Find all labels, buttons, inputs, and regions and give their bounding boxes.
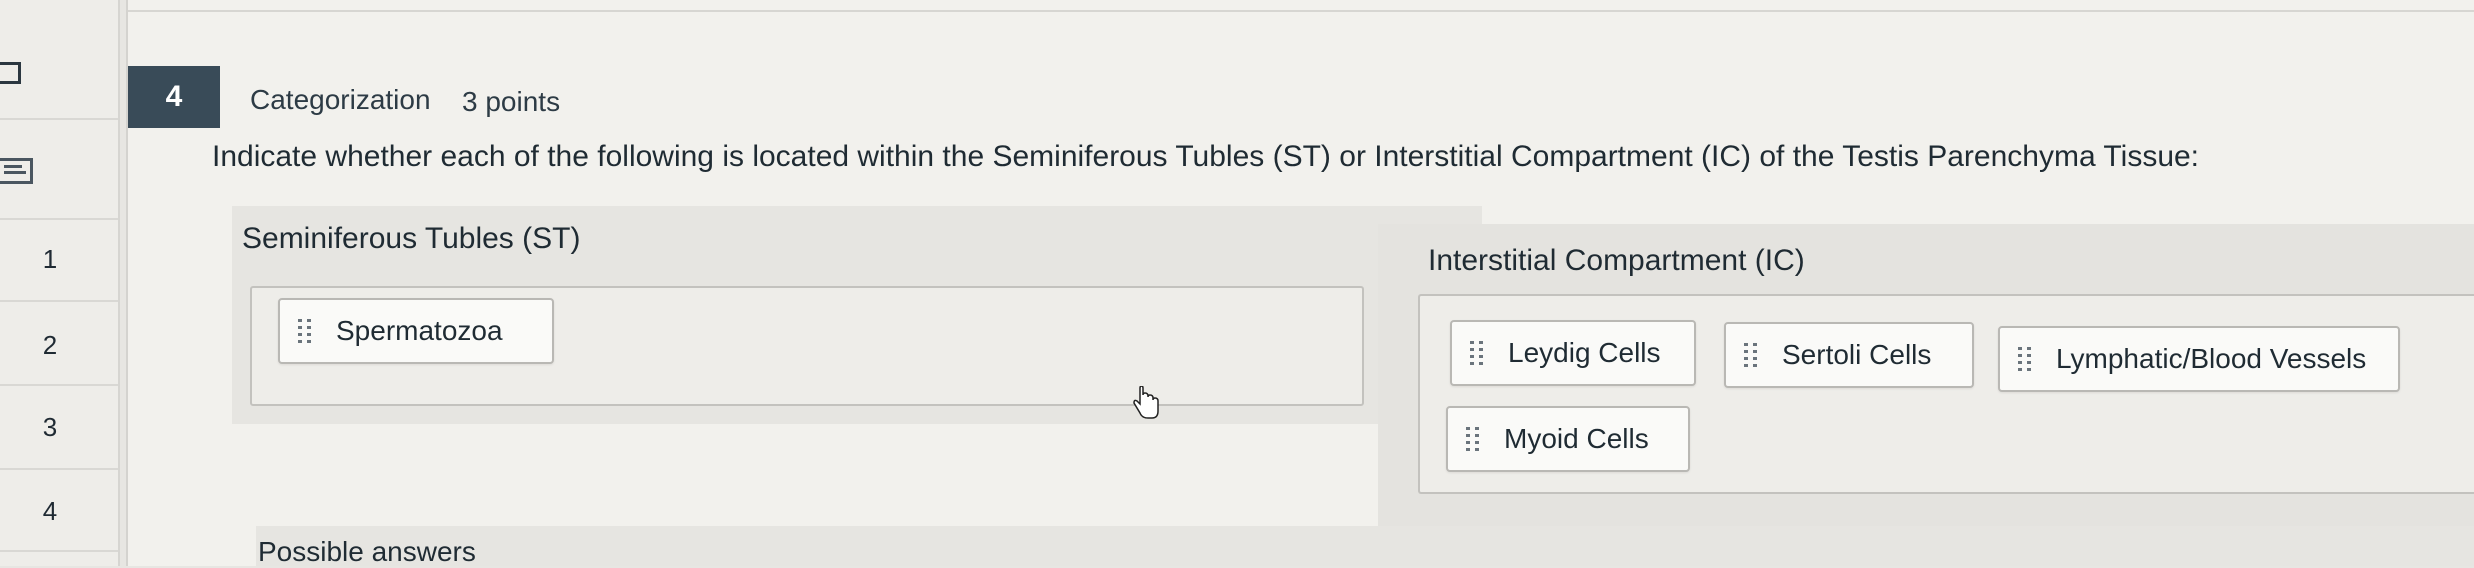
drag-handle-icon[interactable] (1466, 424, 1484, 454)
answer-chip-label: Leydig Cells (1508, 337, 1661, 368)
question-card: 4 Categorization 3 points Indicate wheth… (126, 0, 2474, 567)
divider (0, 384, 118, 386)
divider (0, 550, 118, 552)
possible-answers-label: Possible answers (258, 536, 476, 567)
divider (0, 468, 118, 470)
drag-handle-icon[interactable] (2018, 344, 2036, 374)
answer-chip-label: Spermatozoa (336, 315, 503, 346)
divider (0, 218, 118, 220)
question-points: 3 points (462, 86, 561, 117)
nav-item-1[interactable]: 1 (20, 244, 80, 275)
divider (0, 118, 118, 120)
question-number-badge: 4 (128, 66, 220, 128)
drag-handle-icon[interactable] (1744, 340, 1762, 370)
drag-handle-icon[interactable] (1470, 338, 1488, 368)
answer-chip-lymphatic-blood-vessels[interactable]: Lymphatic/Blood Vessels (1998, 326, 2400, 392)
answer-chip-label: Sertoli Cells (1782, 339, 1932, 370)
possible-answers-area[interactable] (256, 526, 2474, 566)
nav-item-2[interactable]: 2 (20, 330, 80, 361)
answer-chip-myoid-cells[interactable]: Myoid Cells (1446, 406, 1690, 472)
divider (0, 300, 118, 302)
answer-chip-spermatozoa[interactable]: Spermatozoa (278, 298, 554, 364)
divider (128, 10, 2474, 12)
answer-chip-label: Lymphatic/Blood Vessels (2056, 343, 2367, 374)
question-type: Categorization (250, 84, 431, 115)
nav-item-3[interactable]: 3 (20, 412, 80, 443)
category-ic-title: Interstitial Compartment (IC) (1428, 244, 1805, 277)
question-navigator: 1 2 3 4 (0, 0, 120, 566)
nav-item-4[interactable]: 4 (20, 496, 80, 527)
hand-cursor-icon (1133, 386, 1159, 419)
drag-handle-icon[interactable] (298, 316, 316, 346)
answer-chip-leydig-cells[interactable]: Leydig Cells (1450, 320, 1696, 386)
answer-chip-label: Myoid Cells (1504, 423, 1649, 454)
answer-chip-sertoli-cells[interactable]: Sertoli Cells (1724, 322, 1974, 388)
flag-icon[interactable] (0, 62, 21, 84)
category-st-title: Seminiferous Tubles (ST) (242, 222, 581, 255)
question-prompt: Indicate whether each of the following i… (212, 140, 2200, 173)
list-icon[interactable] (0, 158, 33, 184)
